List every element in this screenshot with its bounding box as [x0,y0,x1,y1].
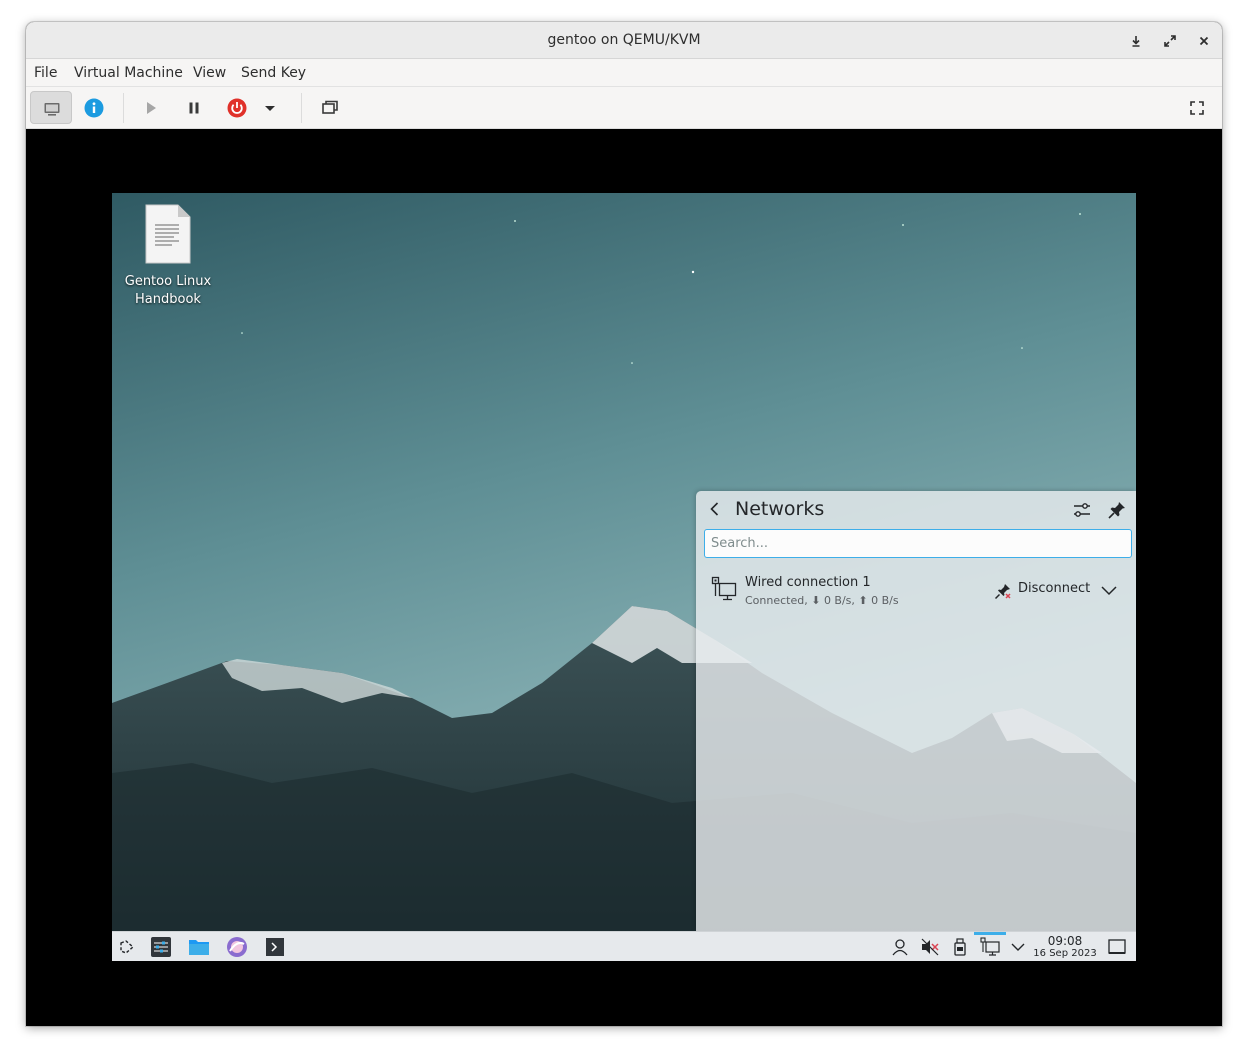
run-button[interactable] [130,91,172,124]
minimize-button[interactable] [1126,31,1146,51]
task-terminal[interactable] [264,936,286,958]
tray-network[interactable] [979,936,1001,958]
menu-virtual-machine[interactable]: Virtual Machine [74,65,183,81]
fullscreen-button[interactable] [1176,91,1218,124]
menu-view[interactable]: View [193,65,226,81]
tray-user[interactable] [889,936,911,958]
close-button[interactable] [1194,31,1214,51]
vm-display[interactable]: Gentoo Linux Handbook Networks Search...… [112,193,1136,961]
tray-volume[interactable] [919,936,941,958]
connection-status: Connected, ⬇ 0 B/s, ⬆ 0 B/s [745,594,899,607]
networks-title: Networks [735,498,825,520]
chevron-down-icon [1011,943,1025,951]
console-view-button[interactable] [30,91,72,124]
network-search-input[interactable] [704,529,1132,558]
window-title: gentoo on QEMU/KVM [547,32,701,48]
volume-muted-icon [921,938,939,956]
settings-app-icon [151,937,171,957]
shutdown-button[interactable] [216,91,258,124]
browser-icon [227,937,247,957]
tray-expand[interactable] [1007,936,1029,958]
launcher-icon [120,940,135,954]
info-icon [84,98,104,118]
monitor-icon [44,103,60,116]
configure-icon[interactable] [1072,500,1092,520]
show-desktop-icon [1108,939,1126,954]
clock-time: 09:08 [1047,934,1083,948]
connection-list-item[interactable]: Wired connection 1 Connected, ⬇ 0 B/s, ⬆… [696,567,1136,613]
desktop-icon-handbook[interactable]: Gentoo Linux Handbook [122,203,214,309]
pin-icon[interactable] [1107,500,1127,520]
usb-drive-icon [954,938,966,956]
disconnect-icon [994,584,1011,600]
tray-device[interactable] [949,936,971,958]
connection-name: Wired connection 1 [745,575,871,590]
disconnect-button[interactable]: Disconnect [992,577,1090,603]
networks-popup: Networks Search... Wired connection 1 Co… [696,491,1136,931]
fullscreen-icon [1190,101,1204,115]
maximize-button[interactable] [1160,31,1180,51]
disconnect-label: Disconnect [1018,581,1091,596]
wired-network-icon [711,576,737,601]
menu-send-key[interactable]: Send Key [241,65,306,81]
app-launcher[interactable] [116,936,138,958]
folder-icon [189,940,209,955]
menu-file[interactable]: File [34,65,57,81]
document-icon [145,204,191,264]
back-arrow-icon[interactable] [706,500,724,518]
toolbar [26,87,1222,129]
networks-header: Networks [696,491,1136,527]
menu-bar: File Virtual Machine View Send Key [26,59,1222,87]
digital-clock[interactable]: 09:08 16 Sep 2023 [1030,934,1100,960]
caret-down-icon [265,106,275,111]
play-icon [147,102,156,114]
title-bar: gentoo on QEMU/KVM [26,22,1222,59]
show-desktop-button[interactable] [1106,936,1128,958]
snapshot-icon [322,100,338,114]
snapshots-button[interactable] [309,91,351,124]
active-indicator [974,932,1006,935]
desktop-icon-label: Gentoo Linux Handbook [124,274,212,307]
terminal-icon [266,938,284,956]
task-browser[interactable] [226,936,248,958]
pause-icon [189,102,199,114]
taskbar: 09:08 16 Sep 2023 [112,931,1136,961]
shutdown-menu-button[interactable] [255,91,285,124]
pause-button[interactable] [173,91,215,124]
vm-viewer-window: gentoo on QEMU/KVM File Virtual Machine … [26,22,1222,1026]
chevron-down-icon[interactable] [1100,581,1118,599]
task-file-manager[interactable] [188,936,210,958]
user-icon [892,939,908,956]
power-icon [227,98,247,118]
clock-date: 16 Sep 2023 [1033,948,1097,959]
task-system-settings[interactable] [150,936,172,958]
network-icon [980,937,1000,956]
details-view-button[interactable] [73,91,115,124]
